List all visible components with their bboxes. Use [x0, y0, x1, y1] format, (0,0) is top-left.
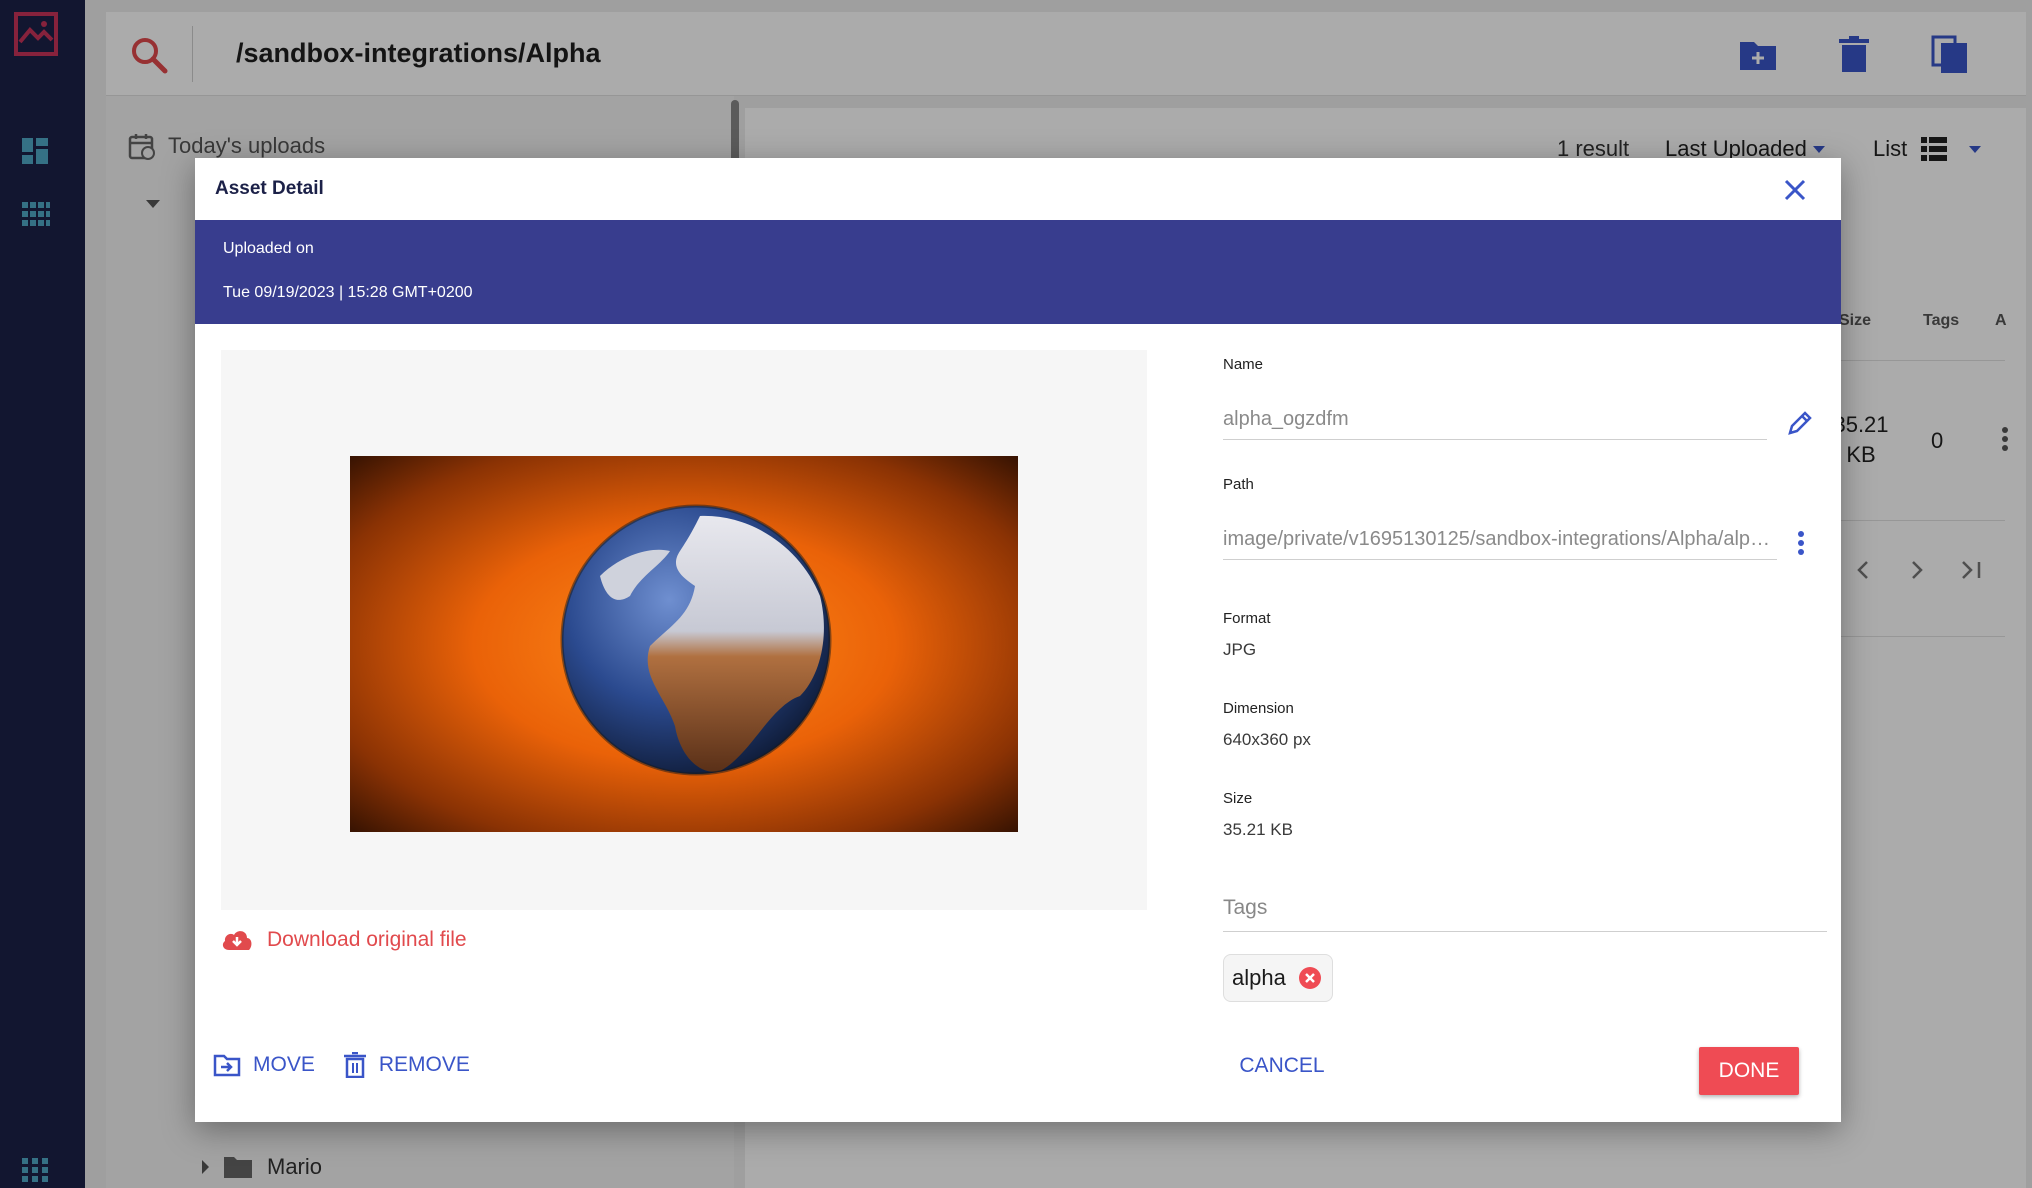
asset-details: Name alpha_ogzdfm Path image/private/v16…: [1223, 158, 1827, 1122]
cancel-button[interactable]: CANCEL: [1233, 1042, 1331, 1090]
format-label: Format: [1223, 610, 1271, 627]
delete-icon: [343, 1052, 366, 1078]
dimension-value: 640x360 px: [1223, 730, 1311, 749]
more-vert-icon[interactable]: [1797, 530, 1805, 556]
remove-label: REMOVE: [378, 1053, 470, 1076]
uploaded-on-label: Uploaded on: [223, 240, 314, 257]
move-folder-icon: [213, 1054, 241, 1077]
dimension-label: Dimension: [1223, 700, 1294, 717]
asset-detail-dialog: Asset Detail Uploaded on Tue 09/19/2023 …: [195, 158, 1841, 1122]
asset-preview: [221, 350, 1147, 910]
chip-remove-icon[interactable]: [1298, 966, 1322, 990]
path-label: Path: [1223, 476, 1254, 493]
remove-button[interactable]: REMOVE: [343, 1052, 470, 1078]
dialog-title: Asset Detail: [215, 178, 324, 199]
format-value: JPG: [1223, 640, 1257, 659]
tags-input[interactable]: Tags: [1223, 882, 1827, 932]
done-button[interactable]: DONE: [1699, 1047, 1799, 1095]
download-label: Download original file: [267, 928, 467, 951]
size-label: Size: [1223, 790, 1253, 807]
path-field[interactable]: image/private/v1695130125/sandbox-integr…: [1223, 516, 1777, 560]
name-field[interactable]: alpha_ogzdfm: [1223, 396, 1767, 440]
name-label: Name: [1223, 356, 1264, 373]
uploaded-on-value: Tue 09/19/2023 | 15:28 GMT+0200: [223, 284, 473, 301]
pencil-icon[interactable]: [1787, 410, 1813, 436]
move-label: MOVE: [253, 1053, 315, 1076]
tag-chip[interactable]: alpha: [1223, 954, 1333, 1002]
tag-chip-label: alpha: [1232, 965, 1286, 990]
cloud-download-icon: [222, 931, 252, 950]
size-value: 35.21 KB: [1223, 820, 1293, 839]
download-original-link[interactable]: Download original file: [221, 928, 467, 952]
asset-actions: MOVE REMOVE: [213, 1052, 470, 1078]
asset-image: [350, 456, 1018, 832]
move-button[interactable]: MOVE: [213, 1053, 315, 1077]
